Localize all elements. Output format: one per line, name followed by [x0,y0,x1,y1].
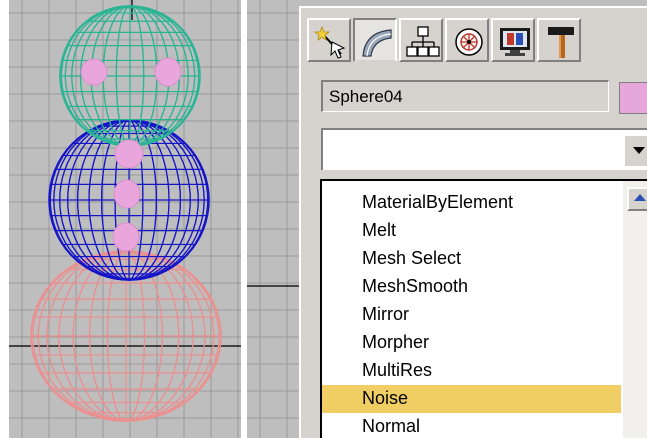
list-item[interactable]: MeshSmooth [322,273,621,301]
snowman-button-dot [112,222,140,252]
list-item[interactable]: MultiRes [322,357,621,385]
tab-display[interactable] [491,18,535,62]
snowman-button-dot [154,57,182,87]
snowman-button-dot [114,139,144,169]
list-scrollbar[interactable] [623,181,647,438]
display-monitor-icon [500,28,530,56]
tab-utilities[interactable] [537,18,581,62]
scroll-up-button[interactable] [627,187,647,211]
list-item[interactable]: Normal [322,413,621,438]
snowman-button-dot [80,58,108,86]
modifier-list-dropdown[interactable] [321,128,647,170]
object-name-field[interactable]: Sphere04 [321,80,609,112]
viewport-scene[interactable] [9,0,241,438]
chevron-down-icon [633,147,645,154]
panel-area: Sphere04 MaterialByElement Melt Mesh Selec… [247,0,647,438]
dropdown-button[interactable] [623,134,647,166]
viewport-front[interactable] [9,0,241,438]
hierarchy-icon [406,26,440,57]
viewport-grid-right [247,0,299,438]
modify-bend-icon [362,29,392,57]
utilities-hammer-icon [548,27,574,58]
object-color-swatch[interactable] [619,82,647,114]
list-item[interactable]: Mirror [322,301,621,329]
create-wand-icon [313,25,346,59]
list-item[interactable]: Morpher [322,329,621,357]
chevron-up-icon [634,194,646,201]
motion-icon [455,28,483,56]
snowman-button-dot [113,179,141,209]
list-item-selected[interactable]: Noise [322,385,621,413]
tab-create[interactable] [307,18,351,62]
snowman-base-sphere[interactable] [30,250,222,422]
list-item[interactable]: MaterialByElement [322,189,621,217]
list-item[interactable]: Melt [322,217,621,245]
list-item[interactable]: Mesh Select [322,245,621,273]
screenshot-root: Sphere04 MaterialByElement Melt Mesh Selec… [0,0,647,438]
tab-modify[interactable] [353,18,397,62]
command-panel: Sphere04 MaterialByElement Melt Mesh Selec… [299,6,647,438]
tab-hierarchy[interactable] [399,18,443,62]
modifier-list: MaterialByElement Melt Mesh Select MeshSmoo… [320,179,647,438]
tab-motion[interactable] [445,18,489,62]
